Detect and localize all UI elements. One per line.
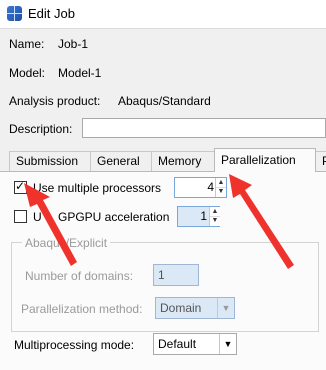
tab-general[interactable]: General [90,151,152,171]
name-label: Name: [9,37,45,51]
tab-parallelization[interactable]: Parallelization [214,148,316,172]
spin-down-icon[interactable]: ▼ [210,216,220,225]
check-icon: ✓ [15,179,26,193]
tab-bar: Submission General Memory Parallelizatio… [0,148,326,172]
use-multiple-processors-label: Use multiple processors [33,181,162,195]
parallelization-method-select[interactable]: Domain ▼ [155,297,235,319]
gpgpu-label-end: GPGPU acceleration [58,210,170,224]
name-value: Job-1 [58,37,89,51]
multiprocessing-mode-select[interactable]: Default ▼ [153,333,237,355]
gpgpu-spin-buttons: ▲ ▼ [209,207,220,226]
model-label: Model: [9,66,46,80]
multiprocessing-mode-label: Multiprocessing mode: [14,338,135,352]
gpgpu-acceleration-checkbox[interactable] [14,210,27,223]
chevron-down-icon: ▼ [219,334,236,354]
use-multiple-processors-checkbox[interactable]: ✓ [14,179,27,194]
analysis-product-label: Analysis product: [9,94,101,108]
model-value: Model-1 [58,66,102,80]
parallelization-method-value: Domain [160,301,202,315]
parallelization-method-label: Parallelization method: [21,302,143,316]
tab-precision-partial[interactable]: P [315,151,326,171]
window-title: Edit Job [28,6,75,21]
multiprocessing-mode-value: Default [158,337,197,351]
processors-value: 4 [207,180,214,194]
analysis-product-value: Abaqus/Standard [118,94,211,108]
abaqus-app-icon [7,6,22,21]
number-of-domains-input[interactable]: 1 [153,264,199,286]
number-of-domains-label: Number of domains: [25,269,134,283]
abaqus-explicit-title: Abaqus/Explicit [22,236,111,250]
spin-down-icon[interactable]: ▼ [216,187,226,196]
tab-submission[interactable]: Submission [9,151,91,171]
gpgpu-value: 1 [200,209,207,223]
gpgpu-label-start: U [33,210,42,224]
tab-memory[interactable]: Memory [151,151,215,171]
processors-spin-buttons: ▲ ▼ [215,178,226,197]
chevron-down-icon: ▼ [217,298,234,318]
description-input[interactable] [82,118,326,138]
description-label: Description: [9,122,73,136]
